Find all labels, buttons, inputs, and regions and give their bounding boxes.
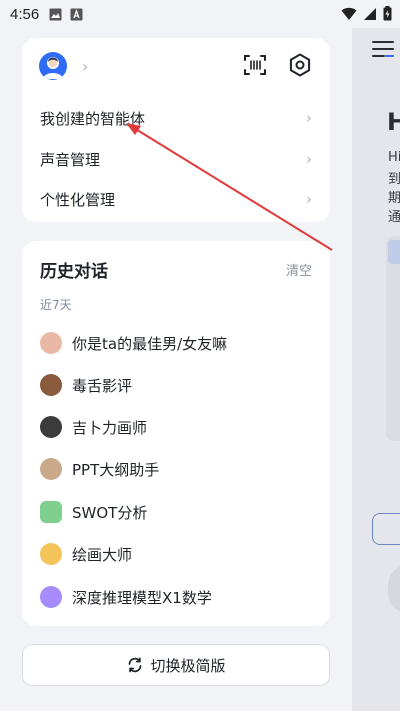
menu-item-label: 我创建的智能体 — [40, 109, 146, 128]
conversation-avatar-icon — [40, 501, 62, 523]
background-badge — [372, 513, 400, 545]
menu-item-voice-management[interactable]: 声音管理 › — [40, 147, 312, 171]
switch-simple-mode-button[interactable]: 切换极简版 — [22, 644, 330, 686]
conversation-item[interactable]: 你是ta的最佳男/女友嘛 — [40, 331, 227, 355]
background-heading: H — [387, 108, 400, 136]
profile-chevron-icon[interactable]: › — [82, 57, 88, 76]
chevron-right-icon: › — [306, 150, 312, 168]
signal-icon — [364, 7, 376, 20]
conversation-item[interactable]: 毒舌影评 — [40, 373, 132, 397]
user-avatar-icon[interactable] — [39, 52, 67, 80]
chevron-right-icon: › — [306, 190, 312, 208]
conversation-avatar-icon — [40, 416, 62, 438]
conversation-item[interactable]: 绘画大师 — [40, 542, 132, 566]
background-text-line: 通 — [388, 210, 400, 225]
refresh-icon — [129, 657, 142, 673]
conversation-avatar-icon — [40, 458, 62, 480]
background-text-line: 到 — [388, 172, 400, 187]
scan-icon[interactable] — [242, 52, 268, 78]
clear-history-button[interactable]: 清空 — [286, 260, 312, 279]
conversation-label: 毒舌影评 — [72, 376, 133, 395]
conversation-item[interactable]: 深度推理模型X1数学 — [40, 585, 212, 609]
status-system-icons — [341, 6, 392, 21]
history-title: 历史对话 — [40, 262, 108, 282]
background-text-line: Hi — [388, 150, 400, 165]
status-notification-icons — [49, 8, 83, 21]
conversation-avatar-icon — [40, 543, 62, 565]
text-notification-icon — [70, 8, 83, 20]
menu-item-my-agents[interactable]: 我创建的智能体 › — [40, 106, 312, 130]
conversation-item[interactable]: PPT大纲助手 — [40, 457, 159, 481]
history-card: 历史对话 清空 近7天 你是ta的最佳男/女友嘛 毒舌影评 吉卜力画师 PPT大… — [22, 241, 330, 626]
conversation-item[interactable]: SWOT分析 — [40, 500, 147, 524]
conversation-label: PPT大纲助手 — [72, 460, 160, 479]
profile-card: › 我创建的智能体 › 声音管理 › 个性化管理 › — [22, 38, 330, 222]
menu-item-personalization[interactable]: 个性化管理 › — [40, 187, 312, 211]
conversation-avatar-icon — [40, 586, 62, 608]
status-bar: 4:56 — [0, 0, 400, 28]
conversation-item[interactable]: 吉卜力画师 — [40, 415, 147, 439]
gear-icon[interactable] — [287, 52, 313, 78]
conversation-label: 吉卜力画师 — [72, 418, 148, 437]
conversation-label: 绘画大师 — [72, 545, 133, 564]
menu-item-label: 个性化管理 — [40, 190, 116, 209]
conversation-label: 你是ta的最佳男/女友嘛 — [72, 334, 228, 353]
status-time: 4:56 — [10, 5, 40, 23]
background-chip — [388, 240, 400, 264]
history-group-label: 近7天 — [40, 298, 72, 312]
wifi-icon — [341, 7, 357, 20]
menu-icon — [372, 41, 394, 57]
conversation-label: SWOT分析 — [72, 503, 148, 522]
switch-simple-mode-label: 切换极简版 — [150, 656, 226, 675]
chevron-right-icon: › — [306, 109, 312, 127]
image-notification-icon — [49, 8, 62, 20]
menu-item-label: 声音管理 — [40, 150, 101, 169]
background-text-line: 期 — [388, 191, 400, 206]
conversation-label: 深度推理模型X1数学 — [72, 588, 212, 607]
background-main-page: H Hi 到 期 通 — [352, 0, 400, 711]
conversation-avatar-icon — [40, 332, 62, 354]
conversation-avatar-icon — [40, 374, 62, 396]
side-drawer: 4:56 › 我创建的智能体 › 声音管理 › 个性化管理 › 历史对话 清空 … — [0, 0, 400, 711]
battery-charging-icon — [383, 6, 392, 21]
background-circle-button — [388, 565, 400, 613]
background-panel — [386, 236, 400, 441]
